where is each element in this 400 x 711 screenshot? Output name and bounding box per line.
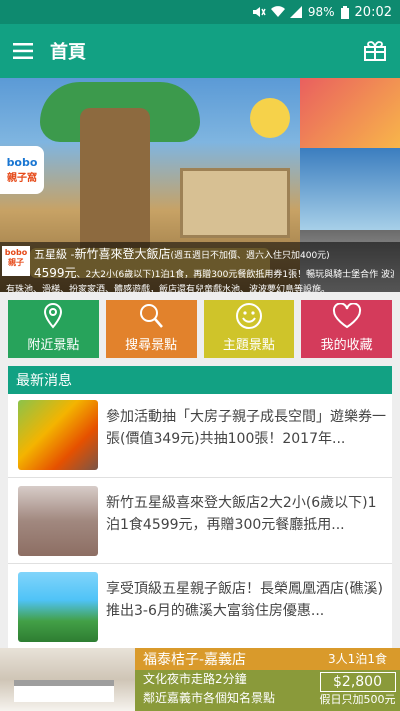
ad-banner[interactable]: 福泰桔子-嘉義店 文化夜市走路2分鐘 鄰近嘉義市各個知名景點 3人1泊1食 $2…	[0, 648, 400, 711]
news-thumbnail	[18, 400, 98, 470]
quick-links: 附近景點 搜尋景點 主題景點 我的收藏	[8, 300, 392, 358]
banner-decoration	[250, 98, 290, 138]
ad-line-2: 文化夜市走路2分鐘	[143, 672, 247, 686]
news-item[interactable]: 新竹五星級喜來登大飯店2大2小(6歲以下)1泊1食4599元，再贈300元餐廳抵…	[8, 480, 392, 564]
gift-icon	[364, 41, 386, 61]
ad-details: 福泰桔子-嘉義店 文化夜市走路2分鐘 鄰近嘉義市各個知名景點	[135, 648, 315, 711]
banner-logo-subtext: 親子窩	[7, 173, 37, 184]
tile-label: 搜尋景點	[125, 338, 178, 353]
mute-icon	[252, 7, 266, 17]
ad-price: $2,800	[319, 672, 396, 692]
menu-button[interactable]	[0, 24, 46, 78]
gift-button[interactable]	[350, 24, 400, 78]
news-header: 最新消息	[8, 366, 392, 394]
caption-logo: bobo 親子	[2, 246, 30, 276]
banner-tree-trunk	[80, 108, 150, 258]
ad-photo	[0, 648, 135, 711]
news-text: 新竹五星級喜來登大飯店2大2小(6歲以下)1泊1食4599元，再贈300元餐廳抵…	[106, 495, 377, 533]
news-panel: 最新消息 參加活動抽「大房子親子成長空間」遊樂券一張(價值349元)共抽100張…	[8, 366, 392, 656]
status-bar: 98% 20:02	[0, 0, 400, 24]
news-text: 享受頂級五星親子飯店！長榮鳳凰酒店(礁溪)推出3-6月的礁溪大富翁住房優惠...	[106, 581, 383, 619]
tile-label: 主題景點	[222, 338, 275, 353]
heart-icon	[332, 301, 362, 331]
ad-note: 假日只加500元	[319, 693, 396, 706]
caption-hotel: 新竹喜來登大飯店	[74, 247, 171, 261]
caption-line-1: 五星級 -新竹喜來登大飯店(週五週日不加價、週六入住只加400元)	[34, 245, 394, 262]
ad-pricing: 3人1泊1食 $2,800 假日只加500元	[315, 648, 400, 711]
signal-icon	[289, 6, 302, 18]
hamburger-icon	[13, 43, 33, 59]
clock: 20:02	[354, 4, 392, 20]
caption-line-3: 有珠池、滑梯、扮家家酒、體感遊戲，飯店還有兒童戲水池、波波夢幻島等設施。	[6, 285, 331, 292]
ad-line-3: 鄰近嘉義市各個知名景點	[143, 691, 276, 705]
banner-logo-text: bobo	[6, 156, 38, 169]
news-item[interactable]: 享受頂級五星親子飯店！長榮鳳凰酒店(礁溪)推出3-6月的礁溪大富翁住房優惠...	[8, 566, 392, 650]
caption-note: (週五週日不加價、週六入住只加400元)	[170, 251, 330, 261]
caption-details: 、2大2小(6歲以下)1泊1食，再贈300元餐飲抵用券1張！暢玩與騎士堡合作 波…	[76, 270, 394, 280]
news-thumbnail	[18, 486, 98, 556]
my-favorites-button[interactable]: 我的收藏	[301, 300, 392, 358]
tile-label: 附近景點	[27, 338, 80, 353]
ad-hotel-name: 福泰桔子-嘉義店	[135, 648, 315, 670]
promo-banner[interactable]: bobo 親子窩 bobo 親子 五星級 -新竹喜來登大飯店(週五週日不加價、週六…	[0, 78, 400, 292]
search-icon	[138, 301, 164, 331]
app-bar: 首頁	[0, 24, 400, 78]
page-title: 首頁	[50, 42, 86, 63]
search-attractions-button[interactable]: 搜尋景點	[105, 300, 197, 358]
caption-price: 4599元	[34, 266, 77, 280]
wifi-icon	[270, 6, 285, 18]
banner-playhouse	[180, 168, 290, 238]
map-pin-icon	[42, 301, 64, 331]
ad-package: 3人1泊1食	[315, 648, 400, 670]
ad-photo-bed	[14, 680, 114, 702]
banner-photo-side-1	[300, 78, 400, 148]
battery-icon	[340, 5, 349, 19]
news-thumbnail	[18, 572, 98, 642]
smile-icon	[235, 301, 263, 331]
banner-photo-side-2	[300, 148, 400, 230]
status-icons	[252, 6, 302, 18]
banner-caption: bobo 親子 五星級 -新竹喜來登大飯店(週五週日不加價、週六入住只加400元)…	[0, 242, 400, 292]
news-text: 參加活動抽「大房子親子成長空間」遊樂券一張(價值349元)共抽100張！2017…	[106, 409, 386, 447]
battery-level: 98%	[307, 5, 335, 19]
nearby-attractions-button[interactable]: 附近景點	[8, 300, 99, 358]
banner-logo: bobo 親子窩	[0, 146, 44, 194]
theme-attractions-button[interactable]: 主題景點	[203, 300, 295, 358]
caption-line-2: 4599元、2大2小(6歲以下)1泊1食，再贈300元餐飲抵用券1張！暢玩與騎士…	[34, 264, 394, 281]
caption-prefix: 五星級 -	[34, 248, 75, 261]
tile-label: 我的收藏	[320, 338, 373, 353]
news-item[interactable]: 參加活動抽「大房子親子成長空間」遊樂券一張(價值349元)共抽100張！2017…	[8, 394, 392, 478]
